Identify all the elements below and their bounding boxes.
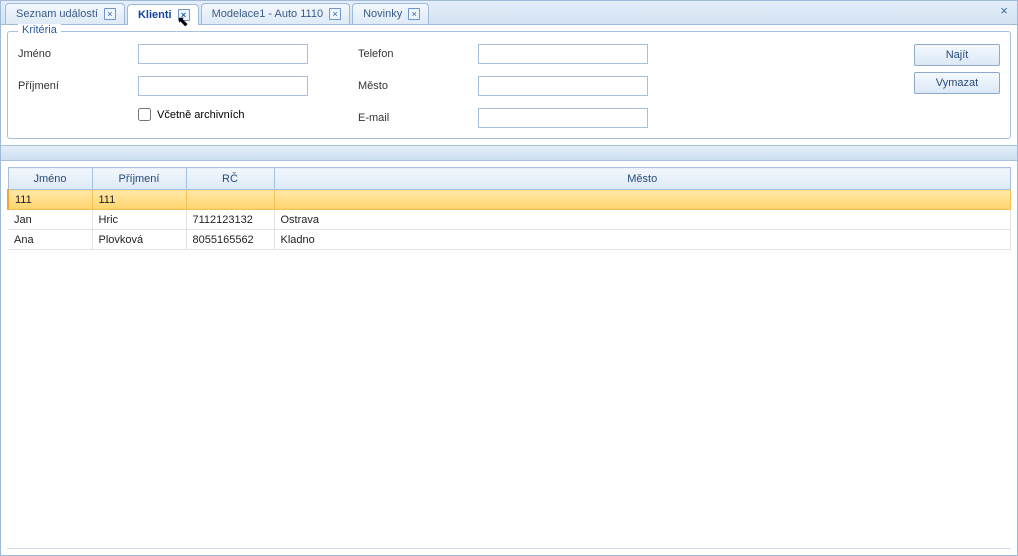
results-grid[interactable]: JménoPříjmeníRČMěsto 111111JanHric711212… <box>7 167 1011 250</box>
column-header[interactable]: Příjmení <box>92 168 186 190</box>
tab-close-icon[interactable]: × <box>408 8 420 20</box>
label-telefon: Telefon <box>358 48 478 60</box>
toolbar-spacer <box>1 145 1017 161</box>
checkbox-include-archive[interactable] <box>138 108 151 121</box>
tab-close-icon[interactable]: × <box>329 8 341 20</box>
tab-label: Seznam událostí <box>16 8 98 20</box>
tab-klienti[interactable]: Klienti × <box>127 4 199 25</box>
criteria-panel: Kritéria Jméno Příjmení Včetně archivníc… <box>7 31 1011 139</box>
tab-bar: ⬉ Seznam událostí×Klienti×Modelace1 - Au… <box>1 1 1017 25</box>
results-grid-wrap: JménoPříjmeníRČMěsto 111111JanHric711212… <box>7 167 1011 549</box>
tab-novinky[interactable]: Novinky × <box>352 3 429 24</box>
table-cell: Ostrava <box>274 210 1011 230</box>
input-email[interactable] <box>478 108 648 128</box>
tab-label: Klienti <box>138 9 172 21</box>
criteria-legend: Kritéria <box>18 24 61 36</box>
search-button[interactable]: Najít <box>914 44 1000 66</box>
table-row[interactable]: JanHric7112123132Ostrava <box>8 210 1011 230</box>
table-cell: Plovková <box>92 230 186 250</box>
table-cell: 111 <box>8 190 92 210</box>
table-cell: 8055165562 <box>186 230 274 250</box>
label-email: E-mail <box>358 112 478 124</box>
input-mesto[interactable] <box>478 76 648 96</box>
tab-label: Novinky <box>363 8 402 20</box>
table-cell <box>274 190 1011 210</box>
clear-button[interactable]: Vymazat <box>914 72 1000 94</box>
table-row[interactable]: 111111 <box>8 190 1011 210</box>
tab-label: Modelace1 - Auto 1110 <box>212 8 324 20</box>
input-prijmeni[interactable] <box>138 76 308 96</box>
table-cell: Ana <box>8 230 92 250</box>
tab-modelace1-auto-1110[interactable]: Modelace1 - Auto 1110 × <box>201 3 351 24</box>
label-jmeno: Jméno <box>18 48 138 60</box>
label-mesto: Město <box>358 80 478 92</box>
input-jmeno[interactable] <box>138 44 308 64</box>
column-header[interactable]: Město <box>274 168 1011 190</box>
table-cell: Hric <box>92 210 186 230</box>
label-include-archive: Včetně archivních <box>157 109 244 121</box>
table-cell: Kladno <box>274 230 1011 250</box>
column-header[interactable]: Jméno <box>8 168 92 190</box>
label-prijmeni: Příjmení <box>18 80 138 92</box>
table-cell: 111 <box>92 190 186 210</box>
table-row[interactable]: AnaPlovková8055165562Kladno <box>8 230 1011 250</box>
table-cell: Jan <box>8 210 92 230</box>
tab-seznam-ud-lost-[interactable]: Seznam událostí × <box>5 3 125 24</box>
table-cell <box>186 190 274 210</box>
close-all-tabs[interactable]: × <box>997 5 1011 19</box>
input-telefon[interactable] <box>478 44 648 64</box>
table-cell: 7112123132 <box>186 210 274 230</box>
tab-close-icon[interactable]: × <box>104 8 116 20</box>
column-header[interactable]: RČ <box>186 168 274 190</box>
tab-close-icon[interactable]: × <box>178 9 190 21</box>
